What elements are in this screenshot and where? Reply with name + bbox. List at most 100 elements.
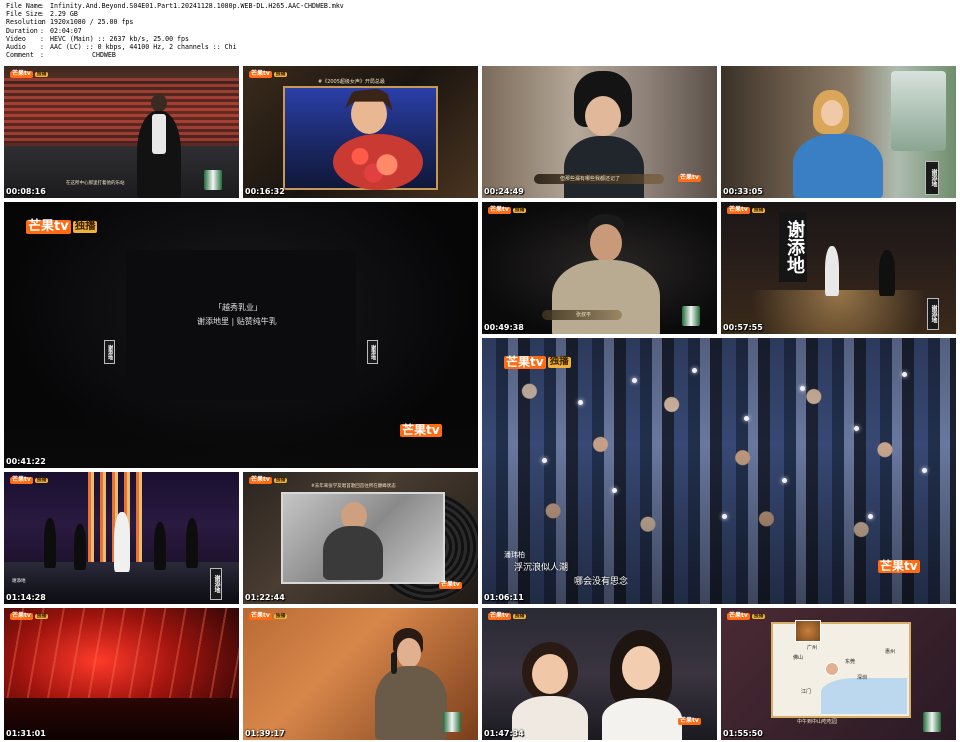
brand-logo-corner: 芒果tv	[439, 581, 462, 589]
thumbnail-00-57-55[interactable]: 谢添地 谢添地 芒果tv 独播 00:57:55	[721, 202, 956, 334]
singer-face	[397, 638, 421, 668]
lyric-line-2: 哪会没有思念	[574, 577, 629, 587]
timestamp: 00:24:49	[484, 187, 524, 196]
subtitle-caption: #去年来张学友唱首歌回首往所在巅峰状态	[311, 484, 396, 489]
thumbnail-01-31-01[interactable]: 芒果tv 独播 01:31:01	[4, 608, 239, 740]
person-2-body	[602, 698, 682, 740]
sponsor-bottle-icon	[682, 306, 700, 326]
timestamp: 01:22:44	[245, 593, 285, 602]
thumbnail-01-55-50[interactable]: 佛山 广州 东莞 深圳 江门 惠州 中午到中山吃吃园 芒果tv 独播 01:55:…	[721, 608, 956, 740]
performer-1	[825, 246, 839, 296]
brand-logo: 芒果tv 独播	[488, 206, 527, 214]
brand-logo: 芒果tv 独播	[10, 476, 49, 484]
brand-logo: 芒果tv 独播	[727, 612, 766, 620]
subtitle-caption: 谢添地	[12, 579, 26, 584]
name-caption: 张叔平	[576, 312, 592, 318]
brand-logo: 芒果tv 独播	[249, 612, 288, 620]
lightstick	[782, 478, 787, 483]
side-label-right: 谢添地	[367, 340, 378, 364]
thumbnail-01-22-44[interactable]: 芒果tv 独播 #去年来张学友唱首歌回首往所在巅峰状态 芒果tv 01:22:44	[243, 472, 478, 604]
sponsor-bottle-icon	[443, 712, 461, 732]
thumbnail-01-06-11[interactable]: 芒果tv 独播 潘玮柏 浮沉浪似人潮 哪会没有思念 芒果tv 01:06:11	[482, 338, 956, 604]
brand-logo: 芒果tv 独播	[249, 70, 288, 78]
thumbnail-00-24-49[interactable]: 但那些漏有哪些我都还记了 芒果tv 00:24:49	[482, 66, 717, 198]
timestamp: 00:16:32	[245, 187, 285, 196]
microphone-icon	[391, 652, 397, 674]
map-label-jiangmen: 江门	[801, 689, 812, 695]
timestamp: 01:06:11	[484, 593, 524, 602]
person-face	[590, 224, 622, 262]
timestamp: 00:08:16	[6, 187, 46, 196]
dancer-4	[186, 518, 198, 568]
info-row-file-size: File Size:2.29 GB	[6, 10, 78, 19]
thumbnail-00-49-38[interactable]: 张叔平 芒果tv 独播 00:49:38	[482, 202, 717, 334]
lightstick	[632, 378, 637, 383]
thumbnail-01-14-28[interactable]: 谢添地 芒果tv 独播 谢添地 01:14:28	[4, 472, 239, 604]
lightstick	[744, 416, 749, 421]
subtitle-caption: 但那些漏有哪些我都还记了	[560, 176, 621, 182]
timestamp: 01:47:34	[484, 729, 524, 738]
side-label: 谢添地	[925, 161, 939, 195]
timestamp: 00:49:38	[484, 323, 524, 332]
thumbnail-01-39-17[interactable]: 芒果tv 独播 01:39:17	[243, 608, 478, 740]
map-label-huizhou: 惠州	[885, 649, 896, 655]
thumbnail-01-47-34[interactable]: 芒果tv 独播 芒果tv 01:47:34	[482, 608, 717, 740]
lightstick	[902, 372, 907, 377]
side-label: 谢添地	[210, 568, 222, 600]
brand-logo-corner: 芒果tv	[400, 423, 442, 438]
info-row-file-name: File Name: Infinity.And.Beyond.S04E01.Par…	[6, 2, 344, 10]
flower-bouquet	[333, 134, 423, 190]
lightstick	[722, 514, 727, 519]
singer-caption: 潘玮柏	[504, 551, 525, 559]
map-water	[821, 678, 907, 714]
subtitle-caption: #《2005超级女声》开局总最	[318, 79, 385, 85]
side-label-left: 谢添地	[104, 340, 115, 364]
brand-logo: 芒果tv	[678, 174, 701, 182]
lightstick	[854, 426, 859, 431]
big-title-label: 谢添地	[779, 212, 807, 282]
media-info-panel: File Name: Infinity.And.Beyond.S04E01.Par…	[6, 2, 526, 59]
sponsor-bottle-icon	[204, 170, 222, 190]
person-body	[564, 136, 644, 198]
timestamp: 01:39:17	[245, 729, 285, 738]
map-avatar	[825, 662, 839, 676]
lightstick	[542, 458, 547, 463]
thumbnail-00-41-22[interactable]: 芒果tv 独播 「越秀乳业」 谢添地里 | 贴赞纯牛乳 谢添地 谢添地 芒果tv …	[4, 202, 478, 468]
person-2-face	[622, 646, 660, 690]
person-head	[151, 94, 167, 112]
brand-logo: 芒果tv 独播	[504, 355, 571, 370]
timestamp: 01:31:01	[6, 729, 46, 738]
singer-jacket	[375, 666, 447, 740]
lightstick	[868, 514, 873, 519]
scene-seat-rows	[4, 78, 239, 143]
info-row-resolution: Resolution:1920x1080 / 25.00 fps	[6, 18, 134, 27]
person-scarf	[152, 114, 166, 154]
lightstick	[578, 400, 583, 405]
info-row-duration: Duration:02:04:07	[6, 26, 82, 35]
lightstick	[612, 488, 617, 493]
timestamp: 01:14:28	[6, 593, 46, 602]
lightstick	[922, 468, 927, 473]
thumbnail-00-08-16[interactable]: 芒果tv 独播 在这所中心那里打着他的乐站 00:08:16	[4, 66, 239, 198]
map-label-foshan: 佛山	[793, 655, 804, 661]
singer-body	[323, 526, 383, 580]
dancer-2	[74, 524, 86, 570]
timestamp: 00:57:55	[723, 323, 763, 332]
map-label-dongguan: 东莞	[845, 659, 856, 665]
map-label-guangzhou: 广州	[807, 645, 818, 651]
person-face	[585, 96, 621, 136]
thumbnail-00-16-32[interactable]: 芒果tv 独播 #《2005超级女声》开局总最 00:16:32	[243, 66, 478, 198]
lead-singer	[114, 512, 130, 572]
subtitle-caption: 在这所中心那里打着他的乐站	[66, 181, 125, 186]
info-row-audio: Audio: AAC (LC) :: 0 kbps, 44100 Hz, 2 ch…	[6, 43, 237, 52]
thumbnail-00-33-05[interactable]: 谢添地 00:33:05	[721, 66, 956, 198]
ad-caption-line2: 谢添地里 | 贴赞纯牛乳	[197, 317, 277, 326]
brand-logo: 芒果tv 独播	[10, 612, 49, 620]
lightstick	[800, 386, 805, 391]
info-row-video: Video: HEVC (Main) :: 2637 kb/s, 25.00 fp…	[6, 34, 189, 43]
timestamp: 01:55:50	[723, 729, 763, 738]
brand-logo-corner: 芒果tv	[678, 717, 701, 725]
brand-logo: 芒果tv 独播	[249, 476, 288, 484]
dancer-1	[44, 518, 56, 568]
food-photo	[795, 620, 821, 642]
